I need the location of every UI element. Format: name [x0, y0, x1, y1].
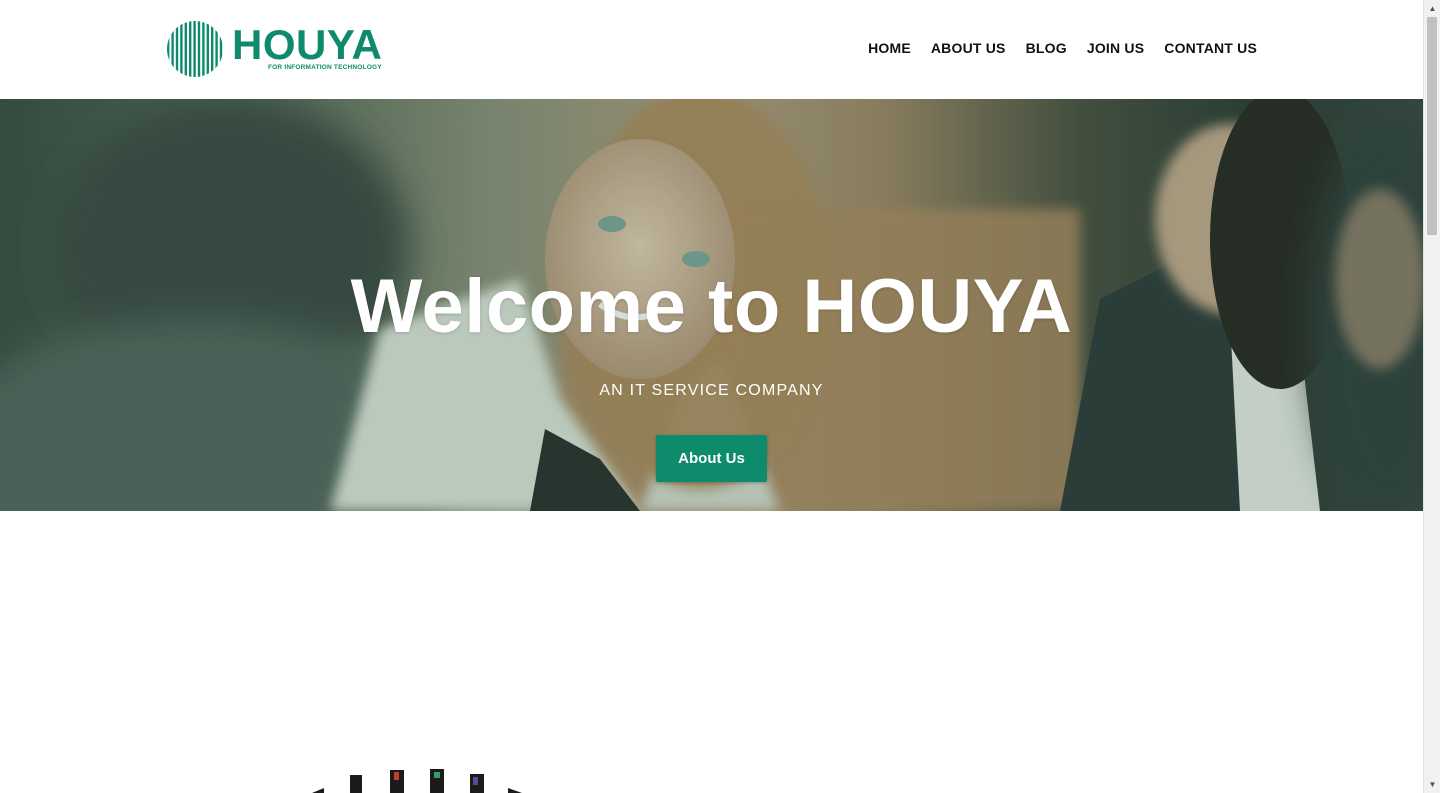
about-us-button[interactable]: About Us — [656, 435, 767, 482]
partial-graphic — [312, 769, 522, 793]
nav-home[interactable]: HOME — [868, 40, 911, 56]
site-header: HOUYA FOR INFORMATION TECHNOLOGY HOME AB… — [0, 0, 1423, 99]
hero-title: Welcome to HOUYA — [350, 264, 1073, 349]
vertical-scrollbar[interactable]: ▲ ▼ — [1423, 0, 1440, 793]
main-nav: HOME ABOUT US BLOG JOIN US CONTANT US — [868, 40, 1257, 56]
hero-subtitle: AN IT SERVICE COMPANY — [599, 382, 824, 399]
nav-blog[interactable]: BLOG — [1026, 40, 1067, 56]
page: HOUYA FOR INFORMATION TECHNOLOGY HOME AB… — [0, 0, 1423, 793]
hero-banner: Welcome to HOUYA AN IT SERVICE COMPANY A… — [0, 99, 1423, 511]
triangle-up-icon[interactable]: ▲ — [1424, 0, 1440, 17]
logo-text: HOUYA FOR INFORMATION TECHNOLOGY — [232, 21, 383, 72]
triangle-down-icon[interactable]: ▼ — [1424, 776, 1440, 793]
nav-join-us[interactable]: JOIN US — [1087, 40, 1144, 56]
brand-tagline: FOR INFORMATION TECHNOLOGY — [268, 64, 382, 72]
brand-name: HOUYA — [232, 21, 383, 69]
nav-about-us[interactable]: ABOUT US — [931, 40, 1006, 56]
striped-globe-icon — [167, 21, 223, 77]
nav-contact-us[interactable]: CONTANT US — [1164, 40, 1257, 56]
scrollbar-thumb[interactable] — [1427, 17, 1437, 235]
logo[interactable]: HOUYA FOR INFORMATION TECHNOLOGY — [166, 20, 382, 78]
